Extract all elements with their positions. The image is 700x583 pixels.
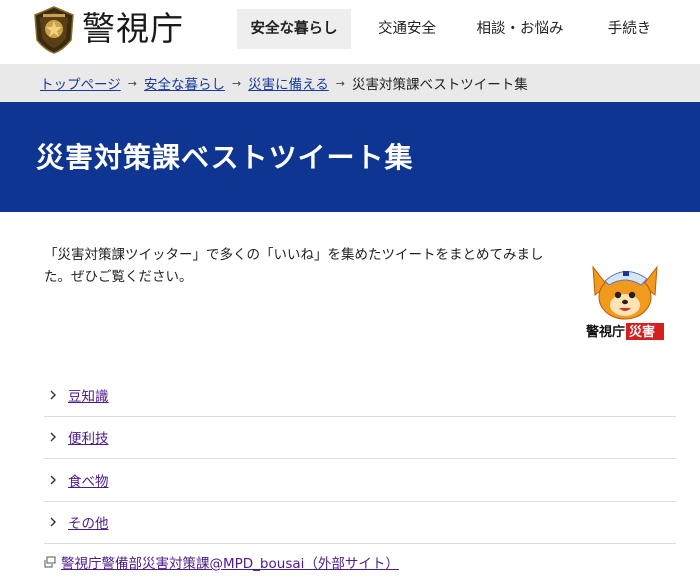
title-band: 災害対策課ベストツイート集 xyxy=(0,102,700,212)
pipo-mascot-image: 警視庁 災害 xyxy=(583,261,667,341)
site-header: 警視庁 安全な暮らし 交通安全 相談・お悩み 手続き xyxy=(0,0,700,64)
breadcrumb: トップページ → 安全な暮らし → 災害に備える → 災害対策課ベストツイート集 xyxy=(0,64,700,102)
list-item-trivia[interactable]: 豆知識 xyxy=(44,374,676,417)
list-item-other[interactable]: その他 xyxy=(44,502,676,544)
chevron-right-icon xyxy=(50,517,56,527)
breadcrumb-arrow-icon: → xyxy=(127,76,137,90)
page-title: 災害対策課ベストツイート集 xyxy=(36,141,414,174)
nav-consultation[interactable]: 相談・お悩み xyxy=(463,9,577,49)
external-link-label[interactable]: 警視庁警備部災害対策課@MPD_bousai（外部サイト） xyxy=(61,552,399,572)
global-nav: 安全な暮らし 交通安全 相談・お悩み 手続き xyxy=(237,9,682,49)
nav-safe-living[interactable]: 安全な暮らし xyxy=(237,9,351,49)
site-name[interactable]: 警視庁 xyxy=(82,9,184,49)
intro-text: 「災害対策課ツイッター」で多くの「いいね」を集めたツイートをまとめてみました。ぜ… xyxy=(44,247,544,285)
external-window-icon xyxy=(44,556,56,568)
category-list: 豆知識 便利技 食べ物 その他 xyxy=(44,374,676,544)
list-item-food[interactable]: 食べ物 xyxy=(44,459,676,502)
nav-traffic-safety[interactable]: 交通安全 xyxy=(351,9,463,49)
breadcrumb-arrow-icon: → xyxy=(231,76,242,90)
chevron-right-icon xyxy=(50,432,56,442)
breadcrumb-arrow-icon: → xyxy=(335,76,345,90)
nav-procedures[interactable]: 手続き xyxy=(577,9,682,49)
chevron-right-icon xyxy=(50,475,56,485)
list-link-food[interactable]: 食べ物 xyxy=(68,470,109,490)
breadcrumb-safe-living[interactable]: 安全な暮らし xyxy=(144,73,225,93)
list-link-tips[interactable]: 便利技 xyxy=(68,427,109,447)
police-emblem-logo[interactable] xyxy=(33,6,75,54)
breadcrumb-top[interactable]: トップページ xyxy=(40,73,121,93)
breadcrumb-disaster-prep[interactable]: 災害に備える xyxy=(248,73,329,93)
chevron-right-icon xyxy=(50,390,56,400)
external-twitter-link[interactable]: 警視庁警備部災害対策課@MPD_bousai（外部サイト） xyxy=(44,552,399,572)
mascot-caption-b: 災害 xyxy=(629,324,655,340)
list-link-trivia[interactable]: 豆知識 xyxy=(68,385,109,405)
list-item-tips[interactable]: 便利技 xyxy=(44,417,676,459)
breadcrumb-current: 災害対策課ベストツイート集 xyxy=(352,77,528,93)
list-link-other[interactable]: その他 xyxy=(68,512,109,532)
mascot-caption-a: 警視庁 xyxy=(586,324,625,340)
